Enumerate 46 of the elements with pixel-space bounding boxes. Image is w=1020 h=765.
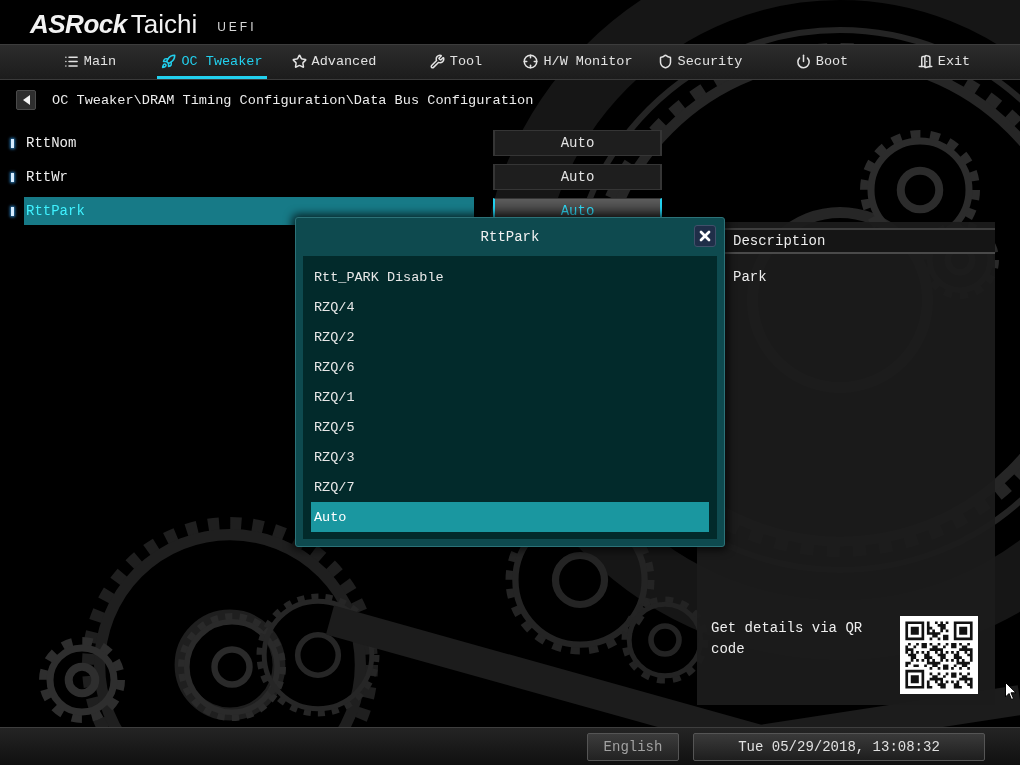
back-arrow-icon xyxy=(22,95,30,105)
row-marker-icon xyxy=(11,206,14,216)
setting-value-button[interactable]: Auto xyxy=(493,130,662,156)
setting-item[interactable]: RttNom xyxy=(24,129,474,157)
shield-icon xyxy=(657,54,673,69)
option-item[interactable]: RZQ/6 xyxy=(311,352,709,382)
menu-tab[interactable]: Boot xyxy=(791,45,853,79)
menu-tab[interactable]: Security xyxy=(653,45,747,79)
option-item[interactable]: RZQ/3 xyxy=(311,442,709,472)
option-item[interactable]: Auto xyxy=(311,502,709,532)
close-button[interactable] xyxy=(694,225,716,247)
dialog-title: RttPark xyxy=(480,229,540,245)
option-item[interactable]: RZQ/2 xyxy=(311,322,709,352)
wrench-icon xyxy=(429,54,445,69)
option-item[interactable]: RZQ/5 xyxy=(311,412,709,442)
menu-tab[interactable]: Main xyxy=(59,45,121,79)
option-item[interactable]: RZQ/4 xyxy=(311,292,709,322)
model-name: Taichi xyxy=(130,8,198,40)
brand-name: ASRock xyxy=(30,8,127,40)
breadcrumb-path: OC Tweaker\DRAM Timing Configuration\Data Bus Configuration xyxy=(52,92,534,108)
option-item[interactable]: RZQ/7 xyxy=(311,472,709,502)
row-marker-icon xyxy=(11,172,14,182)
star-icon xyxy=(291,54,307,69)
rocket-icon xyxy=(161,54,177,69)
menu-tab[interactable]: Tool xyxy=(425,45,487,79)
door-icon xyxy=(917,54,933,69)
menu-tab[interactable]: H/W Monitor xyxy=(519,45,637,79)
date-time-display: Tue 05/29/2018, 13:08:32 xyxy=(693,732,985,761)
option-item[interactable]: RZQ/1 xyxy=(311,382,709,412)
option-item[interactable]: Rtt_PARK Disable xyxy=(311,262,709,292)
close-icon xyxy=(697,228,713,244)
uefi-label: UEFI xyxy=(217,20,257,34)
list-icon xyxy=(63,54,79,69)
setting-value-button[interactable]: Auto xyxy=(493,164,662,190)
row-marker-icon xyxy=(11,138,14,148)
menu-tab[interactable]: OC Tweaker xyxy=(157,45,267,79)
language-button[interactable]: English xyxy=(587,732,679,761)
mouse-pointer-icon xyxy=(1005,682,1017,700)
qr-hint-text: Get details via QR code xyxy=(711,619,864,659)
crosshair-icon xyxy=(523,54,539,69)
back-button[interactable] xyxy=(16,90,36,110)
description-text: Park xyxy=(732,269,768,285)
menu-tab[interactable]: Advanced xyxy=(287,45,381,79)
menu-tab[interactable]: Exit xyxy=(913,45,975,79)
setting-item[interactable]: RttWr xyxy=(24,163,474,191)
power-icon xyxy=(795,54,811,69)
